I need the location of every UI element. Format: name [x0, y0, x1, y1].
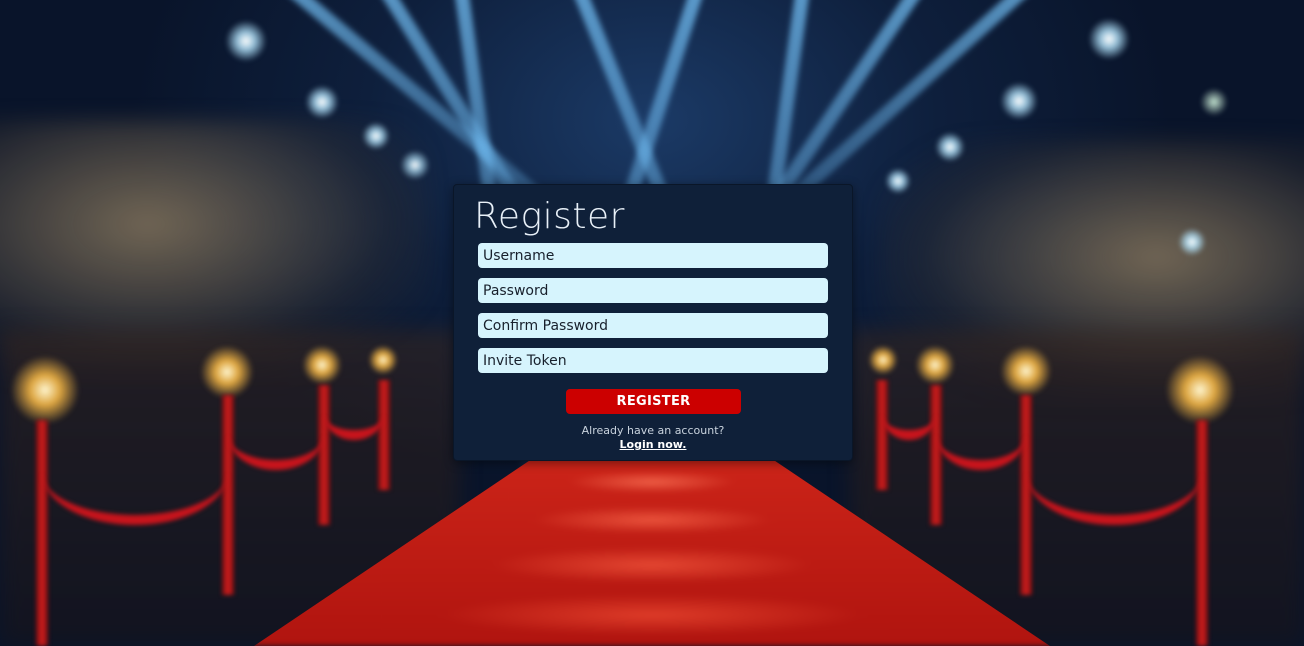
- velvet-rope: [1026, 420, 1202, 525]
- username-input[interactable]: [478, 243, 828, 268]
- register-button[interactable]: REGISTER: [566, 389, 741, 414]
- register-title: Register: [474, 196, 625, 237]
- spotlight: [1200, 88, 1228, 116]
- spotlight: [225, 20, 267, 62]
- login-now-link[interactable]: Login now.: [620, 438, 687, 451]
- velvet-rope: [324, 390, 384, 440]
- lamp-glow: [200, 345, 254, 399]
- spotlight: [1088, 18, 1130, 60]
- spotlight: [400, 150, 430, 180]
- spotlight: [362, 122, 390, 150]
- spotlight: [305, 85, 339, 119]
- velvet-rope: [882, 390, 936, 440]
- register-card: Register REGISTER Already have an accoun…: [453, 184, 853, 461]
- lamp-glow: [1000, 345, 1052, 397]
- login-link-wrapper: Login now.: [454, 438, 852, 452]
- lamp-glow: [10, 355, 80, 425]
- confirm-password-input[interactable]: [478, 313, 828, 338]
- lamp-glow: [868, 345, 898, 375]
- spotlight: [885, 168, 911, 194]
- lamp-glow: [302, 345, 342, 385]
- lamp-glow: [915, 345, 955, 385]
- lamp-glow: [1165, 355, 1235, 425]
- velvet-rope: [936, 400, 1026, 470]
- spotlight: [1000, 82, 1038, 120]
- velvet-rope: [228, 400, 324, 470]
- password-input[interactable]: [478, 278, 828, 303]
- invite-token-input[interactable]: [478, 348, 828, 373]
- lamp-glow: [368, 345, 398, 375]
- velvet-rope: [42, 420, 228, 525]
- spotlight: [1178, 228, 1206, 256]
- already-have-account-text: Already have an account?: [581, 424, 725, 437]
- spotlight: [935, 132, 965, 162]
